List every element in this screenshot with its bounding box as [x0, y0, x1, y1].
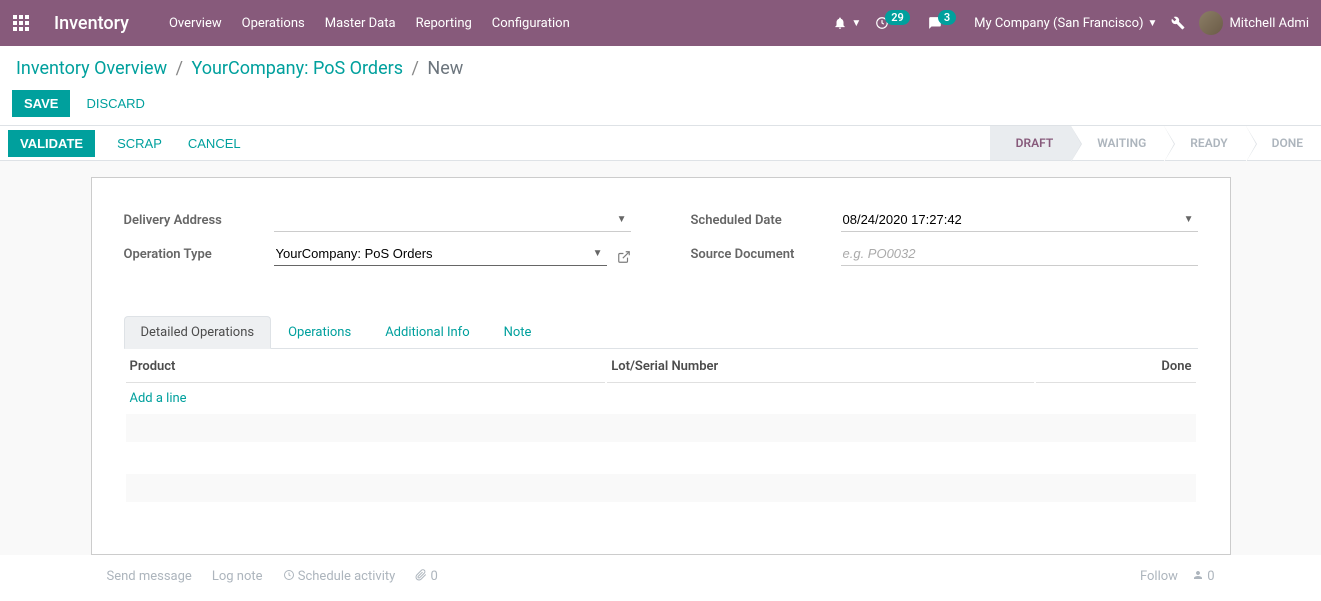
follow-area: Follow 0: [1140, 569, 1231, 584]
caret-down-icon: ▼: [851, 18, 861, 29]
nav-menu-master-data[interactable]: Master Data: [325, 16, 396, 31]
activities-badge: 29: [885, 10, 910, 25]
tab-additional-info[interactable]: Additional Info: [368, 316, 486, 349]
operation-type-input[interactable]: [274, 242, 607, 266]
table-row-empty: [126, 444, 1196, 472]
status-steps: Draft Waiting Ready Done: [990, 126, 1321, 160]
caret-down-icon: ▼: [1148, 18, 1158, 29]
company-switcher[interactable]: My Company (San Francisco) ▼: [974, 16, 1157, 31]
username: Mitchell Admi: [1229, 16, 1309, 31]
form-sheet: Delivery Address ▼ Operation Type ▼ Sch: [91, 177, 1231, 555]
cancel-button[interactable]: Cancel: [184, 130, 245, 157]
status-step-done[interactable]: Done: [1246, 126, 1321, 160]
app-title[interactable]: Inventory: [54, 13, 129, 34]
add-line-link[interactable]: Add a line: [130, 391, 187, 406]
apps-icon[interactable]: [12, 14, 30, 32]
status-step-ready[interactable]: Ready: [1164, 126, 1245, 160]
discard-button[interactable]: Discard: [82, 90, 149, 117]
col-product: Product: [126, 351, 606, 383]
table-row-add: Add a line: [126, 385, 1196, 412]
field-source-document: Source Document: [691, 242, 1198, 266]
breadcrumb-bar: Inventory Overview / YourCompany: PoS Or…: [0, 46, 1321, 82]
company-name: My Company (San Francisco): [974, 16, 1143, 31]
nav-menu-overview[interactable]: Overview: [169, 16, 222, 31]
breadcrumb-sep: /: [412, 58, 419, 79]
chatter: Send message Log note Schedule activity …: [91, 555, 1231, 584]
form-grid: Delivery Address ▼ Operation Type ▼ Sch: [124, 208, 1198, 276]
table-row-empty: [126, 474, 1196, 502]
status-step-waiting[interactable]: Waiting: [1071, 126, 1164, 160]
validate-button[interactable]: Validate: [8, 130, 95, 157]
avatar: [1199, 11, 1223, 35]
scrap-button[interactable]: Scrap: [113, 130, 166, 157]
statusbar-buttons: Validate Scrap Cancel: [0, 130, 245, 157]
nav-menu-configuration[interactable]: Configuration: [492, 16, 570, 31]
breadcrumb-current: New: [427, 58, 463, 79]
col-done: Done: [1036, 351, 1196, 383]
source-document-input[interactable]: [841, 242, 1198, 266]
debug-icon[interactable]: [1171, 16, 1185, 30]
tab-operations[interactable]: Operations: [271, 316, 368, 349]
log-note-link[interactable]: Log note: [212, 569, 263, 584]
tab-detailed-operations[interactable]: Detailed Operations: [124, 316, 272, 349]
follow-button[interactable]: Follow: [1140, 569, 1178, 584]
breadcrumb-sep: /: [176, 58, 183, 79]
form-col-right: Scheduled Date ▼ Source Document: [691, 208, 1198, 276]
tab-note[interactable]: Note: [487, 316, 549, 349]
top-navbar: Inventory Overview Operations Master Dat…: [0, 0, 1321, 46]
detailed-operations-table: Product Lot/Serial Number Done Add a lin…: [124, 349, 1198, 534]
form-view: Delivery Address ▼ Operation Type ▼ Sch: [0, 161, 1321, 555]
send-message-link[interactable]: Send message: [107, 569, 192, 584]
control-panel: Save Discard: [0, 82, 1321, 125]
breadcrumb-link-0[interactable]: Inventory Overview: [16, 58, 167, 79]
operation-type-label: Operation Type: [124, 247, 274, 262]
external-link-icon[interactable]: [617, 250, 631, 268]
breadcrumb: Inventory Overview / YourCompany: PoS Or…: [16, 58, 1305, 79]
discuss-icon[interactable]: 3: [928, 16, 960, 31]
breadcrumb-link-1[interactable]: YourCompany: PoS Orders: [191, 58, 403, 79]
col-lot: Lot/Serial Number: [607, 351, 1033, 383]
statusbar: Validate Scrap Cancel Draft Waiting Read…: [0, 125, 1321, 161]
form-col-left: Delivery Address ▼ Operation Type ▼: [124, 208, 631, 276]
nav-menu-reporting[interactable]: Reporting: [416, 16, 472, 31]
delivery-address-input[interactable]: [274, 208, 631, 232]
status-step-draft[interactable]: Draft: [990, 126, 1072, 160]
scheduled-date-label: Scheduled Date: [691, 213, 841, 228]
schedule-activity-link[interactable]: Schedule activity: [283, 569, 396, 584]
table-row-empty: [126, 504, 1196, 532]
field-scheduled-date: Scheduled Date ▼: [691, 208, 1198, 232]
nav-menu: Overview Operations Master Data Reportin…: [169, 16, 570, 31]
topnav-right: ▼ 29 3 My Company (San Francisco) ▼ Mitc…: [833, 11, 1309, 35]
save-button[interactable]: Save: [12, 90, 70, 117]
source-document-label: Source Document: [691, 247, 841, 262]
field-operation-type: Operation Type ▼: [124, 242, 631, 266]
person-icon: [1192, 569, 1204, 581]
clock-icon: [283, 569, 295, 581]
scheduled-date-input[interactable]: [841, 208, 1198, 232]
user-menu[interactable]: Mitchell Admi: [1199, 11, 1309, 35]
notifications-icon[interactable]: ▼: [833, 16, 861, 30]
discuss-badge: 3: [938, 10, 956, 25]
notebook-tabs: Detailed Operations Operations Additiona…: [124, 316, 1198, 349]
attachments-link[interactable]: 0: [415, 569, 438, 584]
activities-icon[interactable]: 29: [875, 16, 914, 31]
paperclip-icon: [415, 569, 427, 581]
table-row-empty: [126, 414, 1196, 442]
nav-menu-operations[interactable]: Operations: [242, 16, 305, 31]
followers-count[interactable]: 0: [1192, 569, 1215, 584]
field-delivery-address: Delivery Address ▼: [124, 208, 631, 232]
delivery-address-label: Delivery Address: [124, 213, 274, 228]
